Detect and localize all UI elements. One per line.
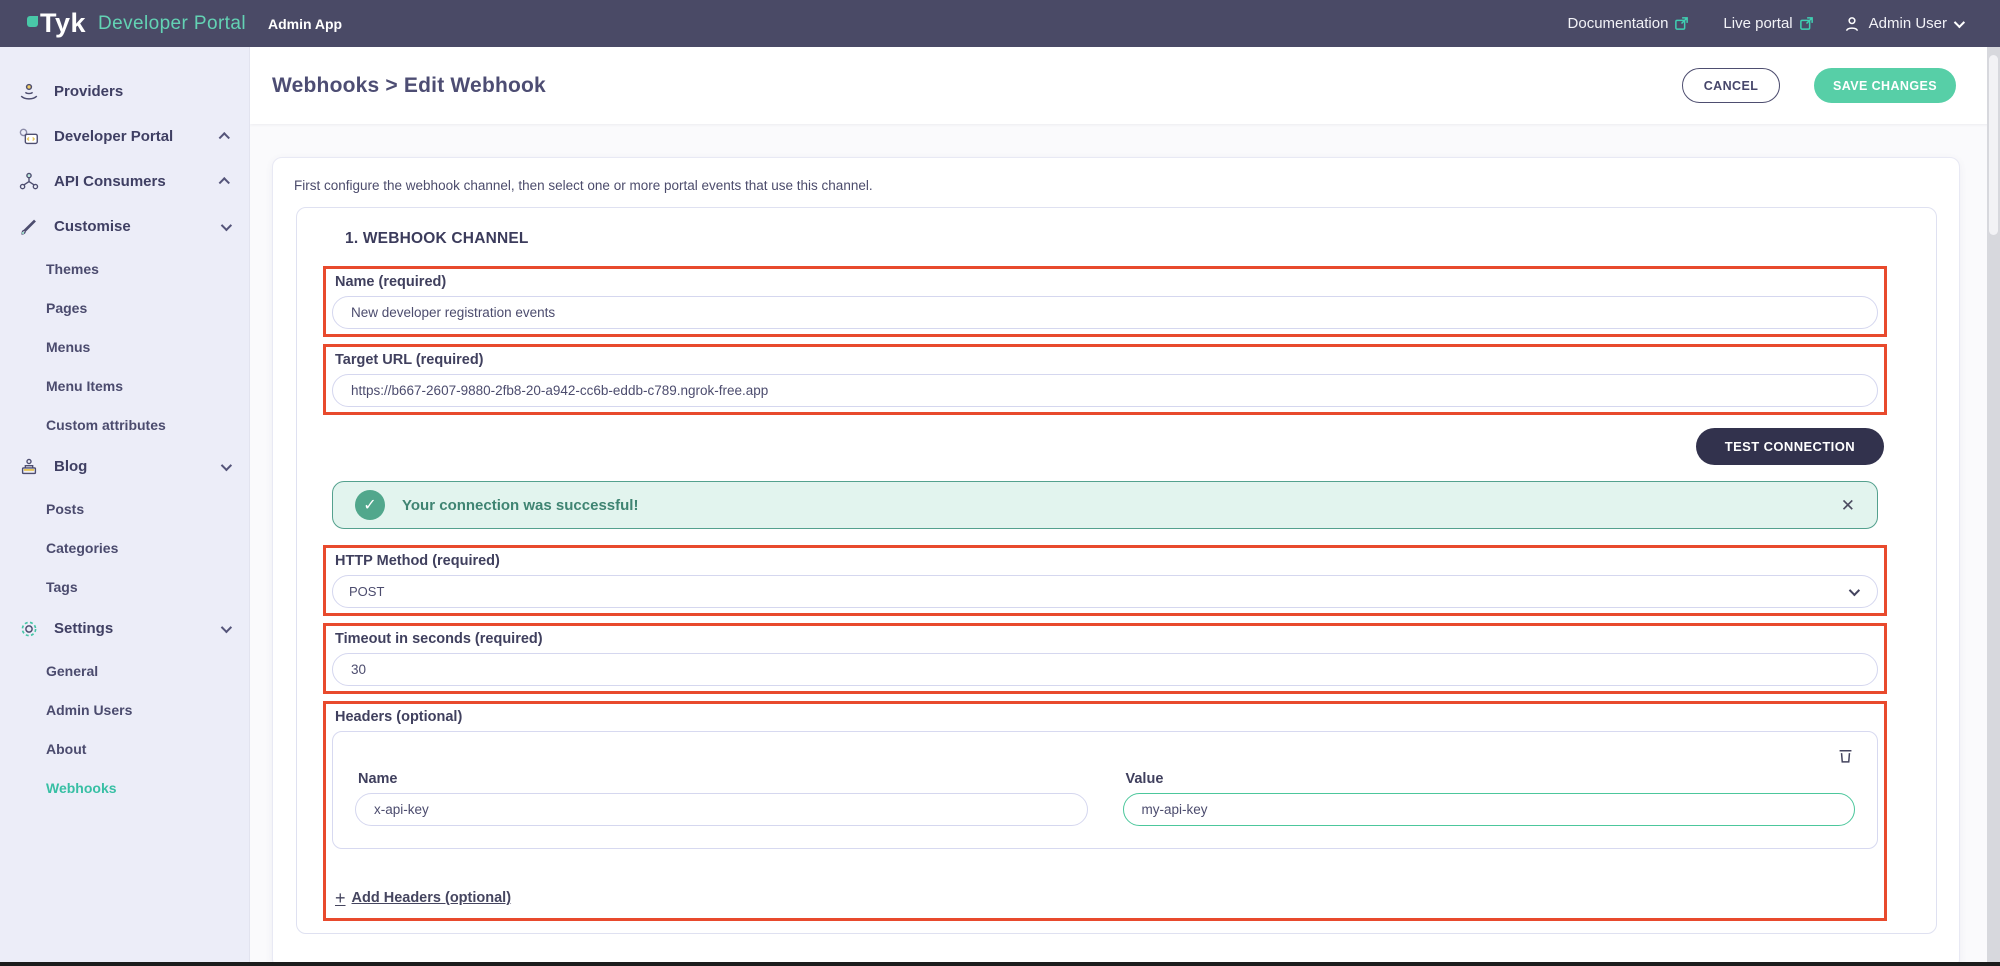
sidebar-item-label: Developer Portal <box>54 128 173 145</box>
customise-icon <box>18 216 42 238</box>
timeout-field-label: Timeout in seconds (required) <box>335 631 1878 647</box>
providers-icon <box>18 81 42 103</box>
success-message: Your connection was successful! <box>402 497 638 514</box>
sidebar-item-label: Customise <box>54 218 131 235</box>
sidebar-item-about[interactable]: About <box>0 729 249 768</box>
sidebar-item-label: Providers <box>54 83 123 100</box>
name-input[interactable] <box>332 296 1878 329</box>
sidebar-item-label: Blog <box>54 458 87 475</box>
sidebar-item-providers[interactable]: Providers <box>0 69 249 114</box>
intro-text: First configure the webhook channel, the… <box>294 178 1959 193</box>
sidebar-item-categories[interactable]: Categories <box>0 528 249 567</box>
plus-icon: + <box>335 889 346 907</box>
check-circle-icon: ✓ <box>355 490 385 520</box>
cancel-button[interactable]: CANCEL <box>1682 68 1780 103</box>
timeout-input[interactable] <box>332 653 1878 686</box>
user-menu[interactable]: Admin User <box>1842 14 1962 34</box>
chevron-up-icon <box>219 177 230 188</box>
vertical-scrollbar[interactable] <box>1987 47 2000 966</box>
sidebar-item-blog[interactable]: Blog <box>0 444 249 489</box>
user-name: Admin User <box>1869 15 1947 32</box>
blog-icon <box>18 456 42 478</box>
target-url-field-label: Target URL (required) <box>335 352 1878 368</box>
annotation-box-name: Name (required) <box>323 266 1887 337</box>
page-title: Webhooks > Edit Webhook <box>272 74 546 98</box>
sidebar: Providers Developer Portal API Consumers… <box>0 47 250 966</box>
target-url-input[interactable] <box>332 374 1878 407</box>
chevron-up-icon <box>219 132 230 143</box>
sidebar-item-custom-attributes[interactable]: Custom attributes <box>0 405 249 444</box>
section-title: 1. WEBHOOK CHANNEL <box>345 230 1887 248</box>
sidebar-item-admin-users[interactable]: Admin Users <box>0 690 249 729</box>
header-value-label: Value <box>1126 771 1856 787</box>
http-method-value: POST <box>349 584 384 599</box>
documentation-link[interactable]: Documentation <box>1568 15 1690 32</box>
sidebar-item-label: Settings <box>54 620 113 637</box>
documentation-label: Documentation <box>1568 15 1669 32</box>
sidebar-item-api-consumers[interactable]: API Consumers <box>0 159 249 204</box>
annotation-box-target-url: Target URL (required) <box>323 344 1887 415</box>
annotation-box-timeout: Timeout in seconds (required) <box>323 623 1887 694</box>
delete-header-button[interactable] <box>1836 746 1855 765</box>
header-name-input[interactable] <box>355 793 1088 826</box>
chevron-down-icon <box>221 459 232 470</box>
logo-text: Tyk <box>40 10 86 37</box>
close-icon[interactable]: ✕ <box>1841 497 1855 514</box>
sidebar-item-themes[interactable]: Themes <box>0 249 249 288</box>
top-navbar: Tyk Developer Portal Admin App Documenta… <box>0 0 2000 47</box>
sidebar-item-posts[interactable]: Posts <box>0 489 249 528</box>
page-body: First configure the webhook channel, the… <box>250 124 1987 966</box>
chevron-down-icon <box>221 621 232 632</box>
webhook-form-panel: First configure the webhook channel, the… <box>272 157 1960 966</box>
live-portal-label: Live portal <box>1723 15 1792 32</box>
headers-row-box: Name Value <box>332 731 1878 849</box>
save-changes-button[interactable]: SAVE CHANGES <box>1814 68 1956 103</box>
sidebar-item-label: API Consumers <box>54 173 166 190</box>
success-banner: ✓ Your connection was successful! ✕ <box>332 481 1878 529</box>
tyk-leaf-icon <box>27 16 38 27</box>
sidebar-item-developer-portal[interactable]: Developer Portal <box>0 114 249 159</box>
sidebar-item-webhooks[interactable]: Webhooks <box>0 768 249 807</box>
api-consumers-icon <box>18 171 42 193</box>
external-link-icon <box>1799 16 1814 31</box>
sidebar-item-menus[interactable]: Menus <box>0 327 249 366</box>
app-label: Admin App <box>268 16 342 32</box>
test-connection-button[interactable]: TEST CONNECTION <box>1696 428 1884 465</box>
sidebar-item-pages[interactable]: Pages <box>0 288 249 327</box>
sidebar-item-tags[interactable]: Tags <box>0 567 249 606</box>
header-row: Name Value <box>355 770 1855 826</box>
developer-portal-icon <box>18 126 42 148</box>
main-content: Webhooks > Edit Webhook CANCEL SAVE CHAN… <box>250 47 2000 966</box>
sidebar-item-settings[interactable]: Settings <box>0 606 249 651</box>
webhook-channel-section: 1. WEBHOOK CHANNEL Name (required) Targe… <box>296 207 1937 934</box>
settings-gear-icon <box>18 618 42 640</box>
external-link-icon <box>1674 16 1689 31</box>
chevron-down-icon <box>1954 16 1965 27</box>
annotation-box-headers: Headers (optional) Name Value <box>323 701 1887 921</box>
headers-field-label: Headers (optional) <box>335 709 1878 725</box>
sidebar-item-menu-items[interactable]: Menu Items <box>0 366 249 405</box>
page-header: Webhooks > Edit Webhook CANCEL SAVE CHAN… <box>250 47 2000 124</box>
sidebar-item-customise[interactable]: Customise <box>0 204 249 249</box>
bottom-edge <box>0 962 2000 966</box>
scrollbar-thumb[interactable] <box>1989 55 1998 235</box>
name-field-label: Name (required) <box>335 274 1878 290</box>
tyk-logo[interactable]: Tyk Developer Portal <box>27 10 246 37</box>
sidebar-item-general[interactable]: General <box>0 651 249 690</box>
annotation-box-http-method: HTTP Method (required) POST <box>323 545 1887 616</box>
add-headers-link[interactable]: + Add Headers (optional) <box>335 889 511 907</box>
live-portal-link[interactable]: Live portal <box>1723 15 1813 32</box>
http-method-select[interactable]: POST <box>332 575 1878 608</box>
http-method-field-label: HTTP Method (required) <box>335 553 1878 569</box>
header-name-label: Name <box>358 771 1088 787</box>
product-name: Developer Portal <box>98 13 246 35</box>
chevron-down-icon <box>221 219 232 230</box>
chevron-down-icon <box>1849 584 1860 595</box>
header-value-input[interactable] <box>1123 793 1856 826</box>
user-icon <box>1842 14 1862 34</box>
